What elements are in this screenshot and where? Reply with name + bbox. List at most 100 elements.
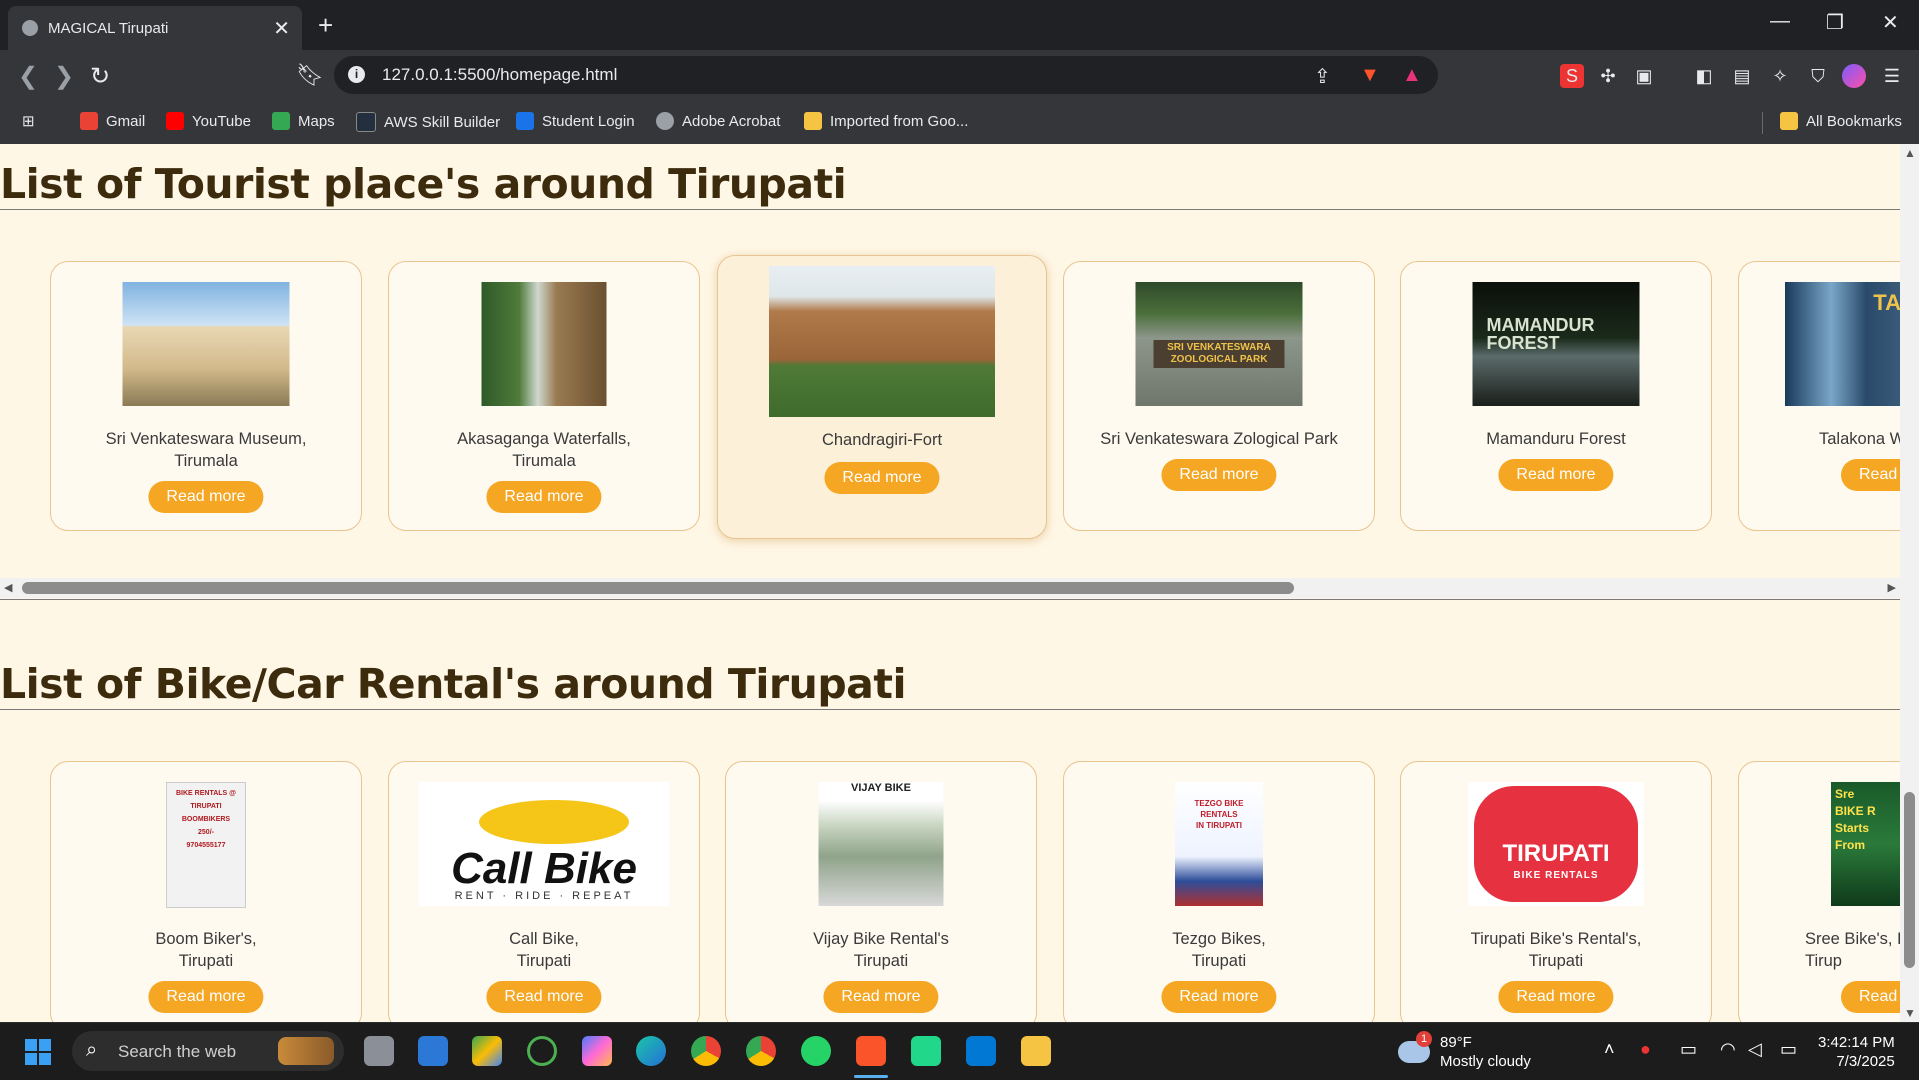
zoo-image: SRI VENKATESWARA ZOOLOGICAL PARK bbox=[1135, 282, 1303, 406]
app-icon[interactable] bbox=[527, 1036, 557, 1066]
forward-icon[interactable]: ❯ bbox=[54, 62, 74, 91]
brave-rewards-icon[interactable]: ▲ bbox=[1402, 64, 1422, 87]
network-alert-icon[interactable]: ● bbox=[1640, 1039, 1651, 1060]
read-more-button[interactable]: Read more bbox=[824, 462, 940, 494]
card-name: Boom Biker's, Tirupati bbox=[155, 930, 257, 970]
vscode-icon[interactable] bbox=[966, 1036, 996, 1066]
extension-icon[interactable]: S bbox=[1560, 64, 1584, 88]
read-more-button[interactable]: Read more bbox=[1161, 459, 1277, 491]
folder-icon bbox=[804, 112, 822, 130]
task-view-icon[interactable] bbox=[364, 1036, 394, 1066]
share-icon[interactable]: ⇪ bbox=[1314, 64, 1331, 89]
apps-icon[interactable]: ⊞ bbox=[22, 112, 35, 130]
aws-icon bbox=[356, 112, 376, 132]
copilot-icon[interactable] bbox=[582, 1036, 612, 1066]
start-button[interactable] bbox=[25, 1039, 51, 1065]
chrome-icon[interactable] bbox=[746, 1036, 776, 1066]
card-name: Tezgo Bikes, Tirupati bbox=[1172, 930, 1266, 970]
call-bike-logo-text: Call Bike bbox=[451, 844, 637, 893]
display-icon[interactable]: ▭ bbox=[1680, 1039, 1697, 1060]
read-more-button[interactable]: Read more bbox=[148, 481, 264, 513]
puzzle-icon[interactable]: ✣ bbox=[1596, 64, 1620, 88]
bookmark-youtube[interactable]: YouTube bbox=[166, 112, 251, 130]
battery-icon[interactable]: ▭ bbox=[1780, 1039, 1797, 1060]
scroll-left-icon[interactable]: ◀ bbox=[4, 581, 12, 594]
page-vertical-scrollbar[interactable]: ▲ ▼ bbox=[1900, 144, 1919, 1022]
scroll-right-icon[interactable]: ▶ bbox=[1888, 581, 1896, 594]
brave-icon[interactable] bbox=[856, 1036, 886, 1066]
clock-time: 3:42:14 PM bbox=[1818, 1034, 1895, 1051]
talakona-image-text: TA bbox=[1873, 290, 1900, 315]
fort-image bbox=[769, 266, 995, 417]
close-icon[interactable]: ✕ bbox=[273, 16, 290, 41]
card-name: Talakona W bbox=[1819, 430, 1900, 448]
rental-card: TIRUPATI BIKE RENTALS Tirupati Bike's Re… bbox=[1400, 761, 1712, 1022]
file-explorer-icon[interactable] bbox=[1021, 1036, 1051, 1066]
tourist-section-title: List of Tourist place's around Tirupati bbox=[0, 160, 847, 208]
weather-widget[interactable]: 89°F Mostly cloudy bbox=[1440, 1033, 1531, 1071]
profile-avatar[interactable] bbox=[1842, 64, 1866, 88]
edge-icon[interactable] bbox=[636, 1036, 666, 1066]
bookmark-gmail[interactable]: Gmail bbox=[80, 112, 145, 130]
all-bookmarks[interactable]: All Bookmarks bbox=[1780, 112, 1902, 130]
new-tab-button[interactable]: + bbox=[318, 10, 333, 41]
read-more-button[interactable]: Read m bbox=[1841, 459, 1900, 491]
vpn-icon[interactable]: ⛉ bbox=[1806, 64, 1830, 88]
taskbar-search[interactable]: ⌕ Search the web bbox=[72, 1031, 344, 1071]
bookmark-imported-folder[interactable]: Imported from Goo... bbox=[804, 112, 968, 130]
reload-icon[interactable]: ↻ bbox=[90, 62, 110, 91]
read-more-button[interactable]: Read more bbox=[1498, 981, 1614, 1013]
chevron-up-icon[interactable]: ˄ bbox=[1604, 1039, 1615, 1060]
bookmark-maps[interactable]: Maps bbox=[272, 112, 335, 130]
tourist-horizontal-scrollbar[interactable]: ◀ ▶ bbox=[0, 578, 1900, 598]
card-name: Chandragiri-Fort bbox=[821, 431, 943, 449]
read-more-button[interactable]: Read more bbox=[486, 981, 602, 1013]
restore-icon[interactable]: ❐ bbox=[1826, 10, 1844, 35]
reader-icon[interactable]: ▣ bbox=[1632, 64, 1656, 88]
read-more-button[interactable]: Read more bbox=[1498, 459, 1614, 491]
menu-icon[interactable]: ☰ bbox=[1880, 64, 1904, 88]
card-name: Sri Venkateswara Zological Park bbox=[1100, 430, 1338, 448]
scroll-down-icon[interactable]: ▼ bbox=[1904, 1006, 1916, 1020]
boom-image-text: BIKE RENTALS @ TIRUPATI BOOMBIKERS 250/-… bbox=[176, 790, 236, 849]
read-more-button[interactable]: Read m bbox=[1841, 981, 1900, 1013]
divider bbox=[0, 209, 1900, 210]
chrome-icon[interactable] bbox=[691, 1036, 721, 1066]
drive-icon[interactable] bbox=[472, 1036, 502, 1066]
window-close-icon[interactable]: ✕ bbox=[1882, 10, 1899, 35]
weather-desc: Mostly cloudy bbox=[1440, 1053, 1531, 1070]
brave-shields-icon[interactable]: ▼ bbox=[1360, 64, 1380, 87]
zoo-sign-text: SRI VENKATESWARA ZOOLOGICAL PARK bbox=[1153, 340, 1285, 368]
address-bar[interactable]: i 127.0.0.1:5500/homepage.html ⇪ ▼ ▲ bbox=[334, 56, 1438, 94]
leo-icon[interactable]: ✧ bbox=[1768, 64, 1792, 88]
store-icon[interactable] bbox=[418, 1036, 448, 1066]
read-more-button[interactable]: Read more bbox=[486, 481, 602, 513]
call-bike-tagline: RENT · RIDE · REPEAT bbox=[454, 890, 634, 902]
info-icon[interactable]: i bbox=[348, 66, 365, 83]
tourist-card: MAMANDUR FOREST Mamanduru Forest Read mo… bbox=[1400, 261, 1712, 531]
bookmark-aws[interactable]: AWS Skill Builder bbox=[356, 112, 500, 132]
volume-icon[interactable]: ◁ bbox=[1748, 1039, 1762, 1060]
read-more-button[interactable]: Read more bbox=[823, 981, 939, 1013]
read-more-button[interactable]: Read more bbox=[148, 981, 264, 1013]
scrollbar-thumb[interactable] bbox=[1904, 792, 1915, 968]
url-text[interactable]: 127.0.0.1:5500/homepage.html bbox=[382, 65, 617, 85]
sidebar-icon[interactable]: ◧ bbox=[1692, 64, 1716, 88]
wifi-icon[interactable]: ◠ bbox=[1720, 1039, 1736, 1060]
scrollbar-thumb[interactable] bbox=[22, 582, 1294, 594]
pycharm-icon[interactable] bbox=[911, 1036, 941, 1066]
back-icon[interactable]: ❮ bbox=[18, 62, 38, 91]
read-more-button[interactable]: Read more bbox=[1161, 981, 1277, 1013]
bookmark-icon[interactable]: 🔖︎ bbox=[296, 62, 324, 88]
browser-tab[interactable]: MAGICAL Tirupati ✕ bbox=[8, 6, 302, 50]
bookmark-adobe[interactable]: Adobe Acrobat bbox=[656, 112, 780, 130]
system-clock[interactable]: 3:42:14 PM 7/3/2025 bbox=[1818, 1033, 1895, 1071]
card-name: Sri Venkateswara Museum, Tirumala bbox=[105, 430, 307, 470]
scroll-up-icon[interactable]: ▲ bbox=[1904, 146, 1916, 160]
wallet-icon[interactable]: ▤ bbox=[1730, 64, 1754, 88]
whatsapp-icon[interactable] bbox=[801, 1036, 831, 1066]
minimize-icon[interactable]: — bbox=[1770, 10, 1790, 33]
bookmark-student-login[interactable]: Student Login bbox=[516, 112, 635, 130]
gmail-icon bbox=[80, 112, 98, 130]
tezgo-image-text: TEZGO BIKE RENTALS IN TIRUPATI bbox=[1194, 799, 1244, 830]
